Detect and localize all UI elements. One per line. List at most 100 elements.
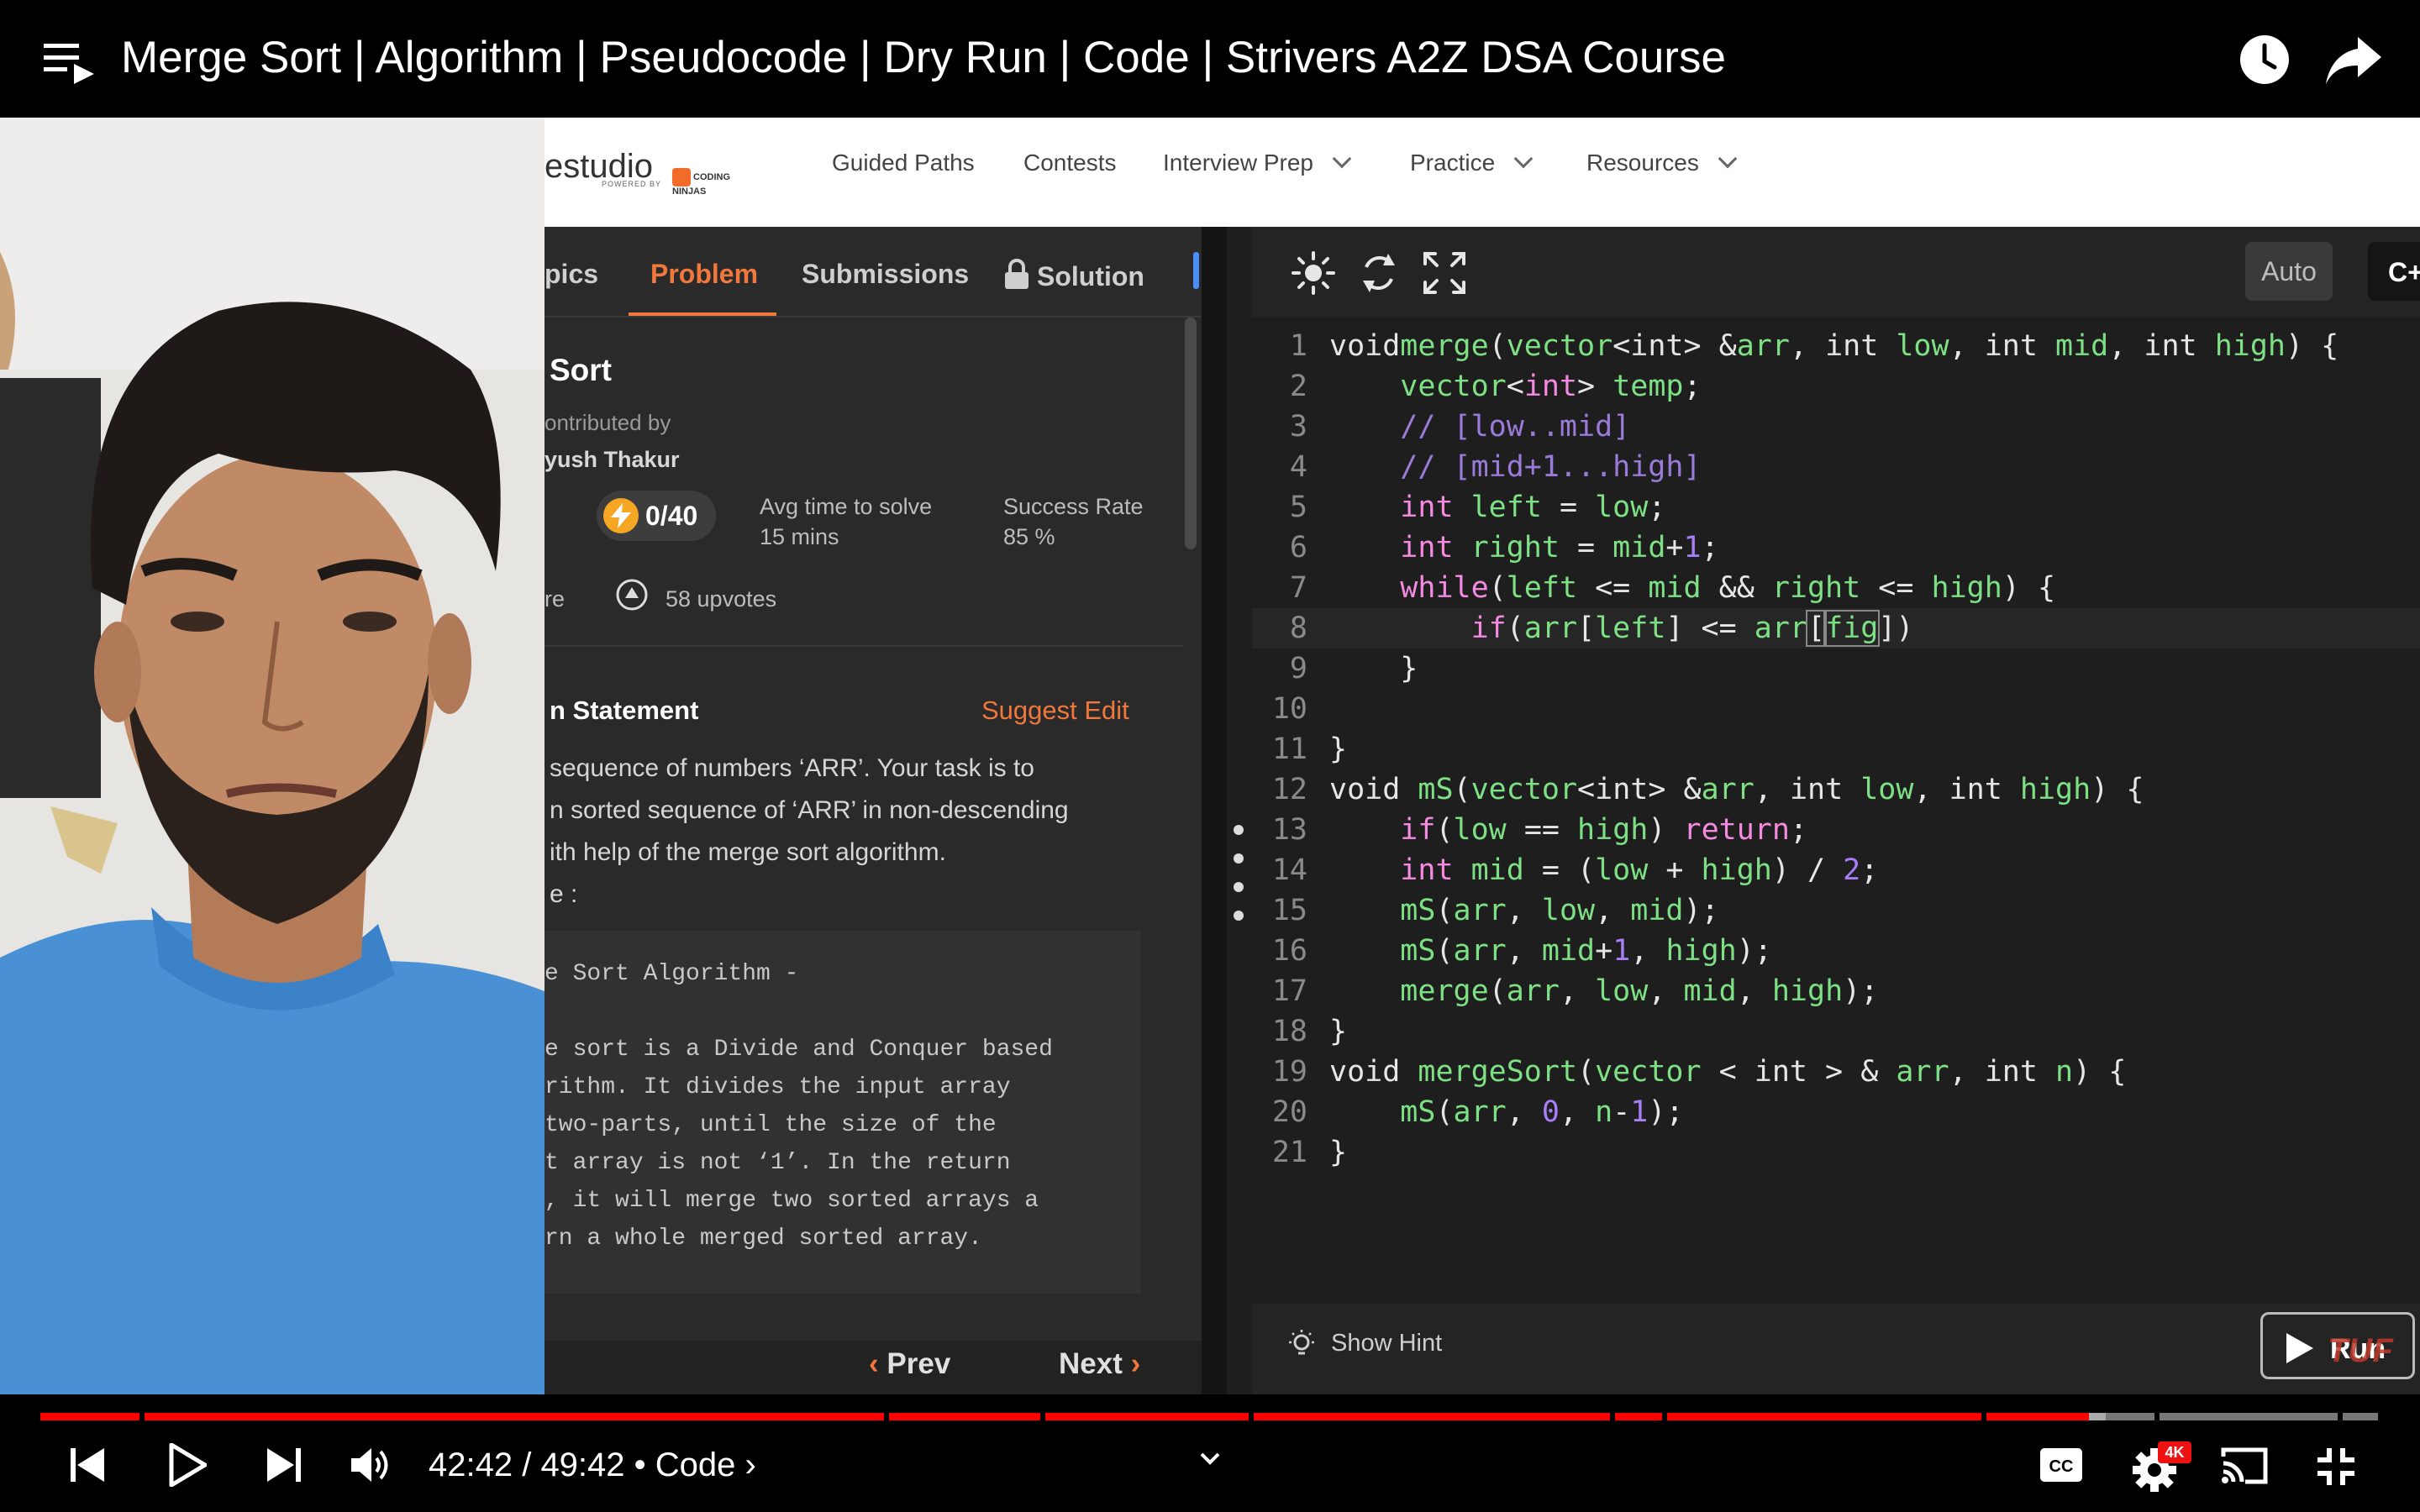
chapter-segment[interactable] <box>1045 1413 1249 1420</box>
code-text: // [low..mid] <box>1329 410 1631 444</box>
play-icon[interactable] <box>168 1443 207 1487</box>
code-line[interactable]: 6 int right = mid+1; <box>1252 528 2420 568</box>
code-line[interactable]: 19 void mergeSort(vector < int > & arr, i… <box>1252 1052 2420 1092</box>
code-line[interactable]: 14 int mid = (low + high) / 2; <box>1252 850 2420 890</box>
code-line[interactable]: 7 while(left <= mid && right <= high) { <box>1252 568 2420 608</box>
code-line[interactable]: 16 mS(arr, mid+1, high); <box>1252 931 2420 971</box>
video-frame[interactable]: estudio POWERED BY CODING NINJAS Guided … <box>0 118 2420 1394</box>
code-line[interactable]: 17 merge(arr, low, mid, high); <box>1252 971 2420 1011</box>
line-number: 3 <box>1289 410 1307 444</box>
code-line[interactable]: 12 void mS(vector<int> &arr, int low, int… <box>1252 769 2420 810</box>
volume-icon[interactable] <box>351 1445 393 1485</box>
code-line[interactable]: 15 mS(arr, low, mid); <box>1252 890 2420 931</box>
nav-interview-prep[interactable]: Interview Prep <box>1163 149 1352 176</box>
algorithm-line: e Sort Algorithm - <box>544 961 799 987</box>
nav-guided-paths[interactable]: Guided Paths <box>832 150 975 176</box>
code-text: int right = mid+1; <box>1400 531 1719 564</box>
next-button[interactable]: Next › <box>1059 1347 1140 1381</box>
editor-toolbar: Auto C++ (g <box>1252 227 2420 318</box>
line-number: 18 <box>1271 1015 1307 1048</box>
upvote-icon[interactable] <box>615 578 649 612</box>
code-line[interactable]: 8 if(arr[left] <= arr[fig]) <box>1252 608 2420 648</box>
share-icon[interactable] <box>2326 35 2381 86</box>
problem-scrollbar[interactable] <box>1185 318 1197 549</box>
fold-marker[interactable] <box>1234 825 1245 939</box>
tab-problem[interactable]: Problem <box>650 259 758 290</box>
chapter-segment[interactable] <box>2106 1413 2154 1420</box>
chapter-segment[interactable] <box>2343 1413 2378 1420</box>
chapter-segment[interactable] <box>1667 1413 1981 1420</box>
theme-toggle-icon[interactable] <box>1291 250 1336 296</box>
statement-line: e : <box>550 880 578 908</box>
nav-practice[interactable]: Practice <box>1410 149 1534 176</box>
statement-line: n sorted sequence of ‘ARR’ in non-descen… <box>550 796 1069 824</box>
line-number: 6 <box>1289 531 1307 564</box>
chapter-segment[interactable] <box>40 1413 139 1420</box>
score-badge: 0/40 <box>597 491 716 541</box>
code-line[interactable]: 4 // [mid+1...high] <box>1252 447 2420 487</box>
author-name[interactable]: yush Thakur <box>544 447 680 473</box>
tab-solution[interactable]: Solution <box>1005 259 1144 292</box>
chapter-segment[interactable] <box>145 1413 884 1420</box>
prev-button[interactable]: ‹ Prev <box>869 1347 950 1381</box>
auto-button[interactable]: Auto <box>2245 242 2333 301</box>
success-rate-label: Success Rate <box>1003 494 1144 519</box>
algorithm-box: e Sort Algorithm - e sort is a Divide an… <box>544 931 1141 1294</box>
active-tab-indicator <box>629 312 776 316</box>
code-line[interactable]: 13 if(low == high) return; <box>1252 810 2420 850</box>
code-line[interactable]: 20 mS(arr, 0, n-1); <box>1252 1092 2420 1132</box>
playlist-icon[interactable] <box>44 39 94 86</box>
exit-fullscreen-icon[interactable] <box>2316 1446 2356 1487</box>
line-number: 9 <box>1289 652 1307 685</box>
show-hint-button[interactable]: Show Hint <box>1287 1329 1442 1357</box>
chapter-segment[interactable] <box>889 1413 1040 1420</box>
code-line[interactable]: 21} <box>1252 1132 2420 1173</box>
chapter-title[interactable]: • Code › <box>634 1446 756 1483</box>
problem-statement-heading: n Statement <box>550 696 699 725</box>
code-line[interactable]: 1 voidmerge(vector<int> &arr, int low, in… <box>1252 326 2420 366</box>
nav-resources[interactable]: Resources <box>1586 149 1738 176</box>
reset-icon[interactable] <box>1356 250 1402 296</box>
tab-submissions[interactable]: Submissions <box>802 259 969 290</box>
language-select[interactable]: C++ (g <box>2368 242 2420 301</box>
code-line[interactable]: 18} <box>1252 1011 2420 1052</box>
svg-text:CC: CC <box>2049 1457 2074 1476</box>
code-line[interactable]: 11} <box>1252 729 2420 769</box>
fullscreen-icon[interactable] <box>1422 250 1467 296</box>
share-link[interactable]: re <box>544 586 565 612</box>
code-line[interactable]: 3 // [low..mid] <box>1252 407 2420 447</box>
chapter-segment[interactable] <box>1615 1413 1662 1420</box>
code-text: mS(arr, low, mid); <box>1400 894 1719 927</box>
chapter-segment[interactable] <box>1254 1413 1610 1420</box>
chapter-segment[interactable] <box>1986 1413 2089 1420</box>
channel-watermark: TUF <box>2328 1332 2393 1369</box>
code-editor[interactable]: 1 voidmerge(vector<int> &arr, int low, in… <box>1234 318 2420 1304</box>
chevron-down-icon <box>1332 149 1352 169</box>
code-line[interactable]: 2 vector<int> temp; <box>1252 366 2420 407</box>
chapter-segment[interactable] <box>2160 1413 2338 1420</box>
next-icon[interactable] <box>266 1446 301 1483</box>
code-text: // [mid+1...high] <box>1329 450 1702 484</box>
avg-time-label: Avg time to solve <box>760 494 933 519</box>
video-title[interactable]: Merge Sort | Algorithm | Pseudocode | Dr… <box>121 32 1726 83</box>
code-text: int left = low; <box>1400 491 1666 524</box>
code-text: } <box>1329 732 1348 766</box>
code-line[interactable]: 10 <box>1252 689 2420 729</box>
code-line[interactable]: 9 } <box>1252 648 2420 689</box>
progress-bar[interactable] <box>40 1413 2378 1420</box>
code-text: while(left <= mid && right <= high) { <box>1400 571 2056 605</box>
statement-line: sequence of numbers ‘ARR’. Your task is … <box>550 754 1034 782</box>
code-line[interactable]: 5 int left = low; <box>1252 487 2420 528</box>
captions-icon[interactable]: CC <box>2040 1448 2082 1482</box>
code-text: void mS(vector<int> &arr, int low, int h… <box>1329 773 2144 806</box>
cast-icon[interactable] <box>2220 1446 2269 1485</box>
chevron-down-icon[interactable] <box>1198 1446 1222 1470</box>
video-player[interactable]: Merge Sort | Algorithm | Pseudocode | Dr… <box>0 0 2420 1512</box>
line-number: 13 <box>1271 813 1307 847</box>
previous-icon[interactable] <box>71 1446 106 1483</box>
tab-topics[interactable]: pics <box>544 259 598 290</box>
nav-contests[interactable]: Contests <box>1023 150 1117 176</box>
settings-button[interactable]: 4K <box>2131 1441 2191 1492</box>
watch-later-icon[interactable] <box>2238 34 2291 86</box>
suggest-edit-link[interactable]: Suggest Edit <box>981 696 1129 726</box>
